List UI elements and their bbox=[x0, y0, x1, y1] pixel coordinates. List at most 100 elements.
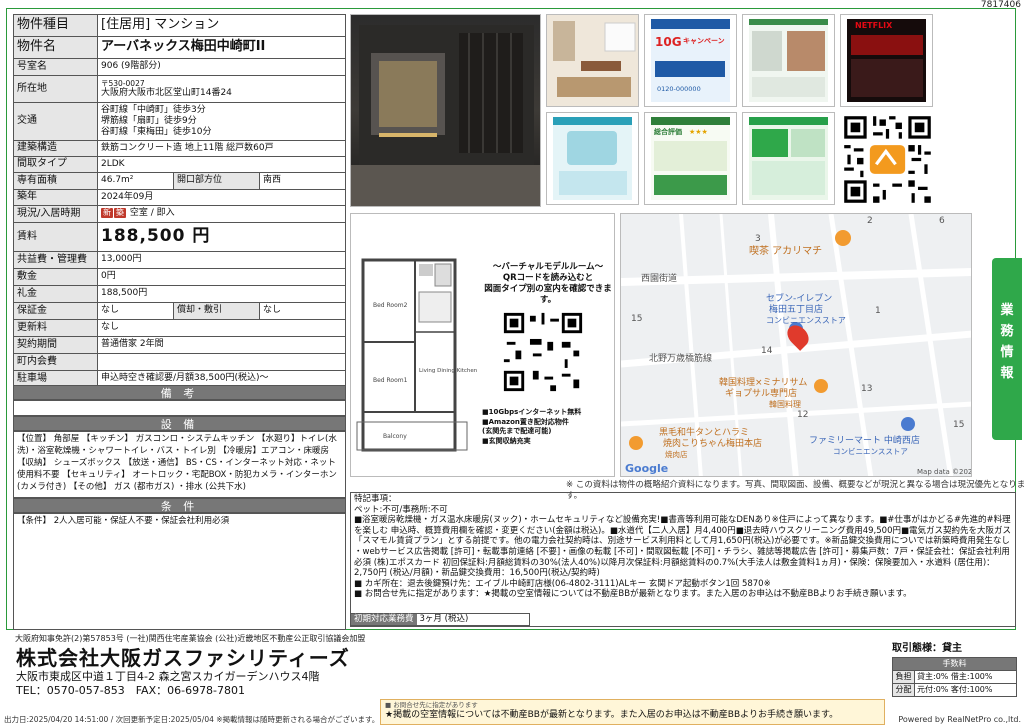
setsubi-header: 設 備 bbox=[13, 416, 346, 431]
interior-illustration bbox=[547, 15, 638, 106]
flyer-phone: 0120-000000 bbox=[657, 85, 701, 93]
row-label: 賃料 bbox=[13, 222, 98, 252]
powered-by: Powered by RealNetPro co.,ltd. bbox=[898, 715, 1021, 724]
security-deposit: なし bbox=[97, 302, 174, 320]
side-tab-char: 務 bbox=[1000, 324, 1014, 339]
row-label: 間取タイプ bbox=[13, 156, 98, 173]
neighborhood-fee bbox=[97, 353, 346, 371]
map-label: 韓国料理×ミナリサム bbox=[719, 378, 808, 388]
cafe-pin-icon[interactable] bbox=[835, 230, 851, 246]
yakiniku-pin-icon[interactable] bbox=[629, 436, 643, 450]
plan-label-balcony: Balcony bbox=[383, 433, 407, 440]
notes-line: ■ カギ所在：退去後鍵預け先：エイブル中崎町店様(06-4802-3111)AL… bbox=[354, 578, 771, 589]
side-tab-char: 業 bbox=[1000, 303, 1014, 318]
fee-key: 分配 bbox=[892, 682, 915, 697]
row-label: 敷金 bbox=[13, 268, 98, 286]
room-number: 906 (9階部分) bbox=[97, 58, 346, 76]
property-table: 物件種目 [住居用] マンション 物件名 アーバネックス梅田中崎町II 号室名 906… bbox=[13, 14, 346, 388]
fee-value: 元付:0% 客付:100% bbox=[914, 682, 1017, 697]
map-block-number: 14 bbox=[761, 346, 773, 356]
floor-area: 46.7m² bbox=[97, 172, 174, 190]
row-label: 所在地 bbox=[13, 75, 98, 103]
map-label: 西園街道 bbox=[641, 274, 678, 284]
setsubi-text: 【位置】 角部屋 【キッチン】 ガスコンロ・システムキッチン 【水廻り】トイレ(… bbox=[13, 431, 346, 498]
fee-header: 手数料 bbox=[892, 656, 1017, 671]
row-label: 物件種目 bbox=[13, 14, 98, 37]
row-label: 専有面積 bbox=[13, 172, 98, 190]
rating-stars: ★★★ bbox=[689, 128, 708, 136]
campaign-flyer-thumb[interactable]: 10G キャンペーン 0120-000000 bbox=[644, 14, 737, 107]
layout-type: 2LDK bbox=[97, 156, 346, 173]
entrance-illustration bbox=[351, 25, 540, 206]
plan-label-ldk: Living Dining Kitchen bbox=[419, 368, 478, 374]
map-label: ファミリーマート 中崎西店 bbox=[809, 436, 920, 446]
company-name: 株式会社大阪ガスファシリティーズ bbox=[16, 646, 350, 670]
plan-label-bedroom1: Bed Room1 bbox=[373, 377, 408, 384]
virtual-room-headline: 〜バーチャルモデルルーム〜 bbox=[492, 262, 604, 272]
fee-value: 貸主:0% 借主:100% bbox=[914, 669, 1017, 684]
map-block-number: 3 bbox=[755, 234, 761, 244]
floor-plan-panel: Bed Room2 Living Dining Kitchen Bed Room… bbox=[350, 213, 615, 477]
service-flyer-thumb[interactable] bbox=[742, 14, 835, 107]
familymart-pin-icon[interactable] bbox=[901, 417, 915, 431]
amortization: なし bbox=[259, 302, 346, 320]
rent-amount: 188,500 円 bbox=[97, 222, 346, 252]
special-notes: 特記事項： ペット:不可/事務所:不可 ■浴室暖房乾燥機・ガス温水床暖房(ヌック… bbox=[350, 492, 1016, 627]
map-label: コンビニエンスストア bbox=[833, 447, 908, 456]
build-year: 2024年09月 bbox=[97, 189, 346, 206]
plan-label-bedroom2: Bed Room2 bbox=[373, 302, 408, 309]
qr-code-icon bbox=[841, 113, 932, 204]
rating-flyer-thumb[interactable]: 総合評価 ★★★ bbox=[644, 112, 737, 205]
fee-key: 負担 bbox=[892, 669, 915, 684]
map-label: 焼肉こりちゃん梅田本店 bbox=[663, 439, 763, 449]
building-entrance-photo[interactable] bbox=[350, 14, 541, 207]
map-label: セブン-イレブン bbox=[766, 294, 833, 304]
qr-code-thumb[interactable] bbox=[840, 112, 933, 205]
feature-item: ■10Gbpsインターネット無料 bbox=[482, 408, 582, 416]
map-block-number: 1 bbox=[875, 306, 881, 316]
map-block-number: 15 bbox=[631, 314, 643, 324]
status-text: 空室 / 即入 bbox=[129, 208, 175, 219]
initial-fee-label: 初期対応業務費 bbox=[351, 614, 417, 625]
contact-banner[interactable]: ■ お問合せ先に指定があります ★掲載の空室情報については不動産BBが最新となり… bbox=[380, 699, 885, 725]
contract-period: 普通借家 2年間 bbox=[97, 336, 346, 354]
virtual-room-body: QRコードを読み込むと 図面タイプ別の室内を確認できます。 bbox=[484, 273, 612, 305]
flyer-subhead: キャンペーン bbox=[683, 37, 725, 45]
restaurant-pin-icon[interactable] bbox=[814, 379, 828, 393]
app-flyer-thumb[interactable] bbox=[742, 112, 835, 205]
biko-header: 備 考 bbox=[13, 385, 346, 400]
row-label: 号室名 bbox=[13, 58, 98, 76]
output-info: 出力日:2025/04/20 14:51:00 / 次回更新予定日:2025/0… bbox=[4, 715, 380, 724]
company-address: 大阪市東成区中道１丁目4-2 森之宮スカイガーデンハウス4階 bbox=[16, 670, 320, 683]
interior-photo[interactable] bbox=[546, 14, 639, 107]
row-label: 更新料 bbox=[13, 319, 98, 337]
property-type: [住居用] マンション bbox=[97, 14, 346, 37]
netflix-flyer-thumb[interactable]: NETFLIX bbox=[840, 14, 933, 107]
business-info-tab[interactable]: 業 務 情 報 bbox=[992, 258, 1022, 440]
deposit: 0円 bbox=[97, 268, 346, 286]
document-id: 7817406 bbox=[980, 0, 1021, 10]
feature-item: ■玄関収納充実 bbox=[482, 436, 531, 445]
status-cell: 新築 空室 / 即入 bbox=[97, 205, 346, 223]
orientation: 南西 bbox=[259, 172, 346, 190]
row-label: 現況/入居時期 bbox=[13, 205, 98, 223]
notes-line: ペット:不可/事務所:不可 bbox=[354, 504, 448, 515]
transit-line: 堺筋線「扇町」徒歩9分 bbox=[101, 115, 197, 126]
map-label: 喫茶 アカリマチ bbox=[749, 246, 823, 257]
address-cell: 〒530-0027 大阪府大阪市北区堂山町14番24 bbox=[97, 75, 346, 103]
new-badge: 築 bbox=[114, 208, 126, 219]
notes-title: 特記事項： bbox=[354, 494, 397, 504]
notes-line: ■浴室暖房乾燥機・ガス温水床暖房(ヌック)・ホームセキュリティなど設備充実!■書… bbox=[354, 515, 1012, 547]
company-license: 大阪府知事免許(2)第57853号 (一社)関西住宅産業協会 (公社)近畿地区不… bbox=[15, 634, 366, 643]
management-fee: 13,000円 bbox=[97, 251, 346, 269]
transit-line: 谷町線「東梅田」徒歩10分 bbox=[101, 127, 212, 138]
row-label: 町内会費 bbox=[13, 353, 98, 371]
side-tab-char: 報 bbox=[1000, 366, 1014, 381]
map-block-number: 13 bbox=[861, 384, 873, 394]
virtual-room-qr-icon[interactable] bbox=[501, 310, 585, 394]
guide-flyer-thumb[interactable] bbox=[546, 112, 639, 205]
map-label: 黒毛和牛タンとハラミ bbox=[659, 428, 750, 438]
location-map[interactable]: 喫茶 アカリマチ 西園街道 セブン-イレブン 梅田五丁目店 コンビニエンスストア… bbox=[620, 213, 972, 477]
row-label: 建築構造 bbox=[13, 140, 98, 157]
row-label: 償却・敷引 bbox=[173, 302, 260, 320]
